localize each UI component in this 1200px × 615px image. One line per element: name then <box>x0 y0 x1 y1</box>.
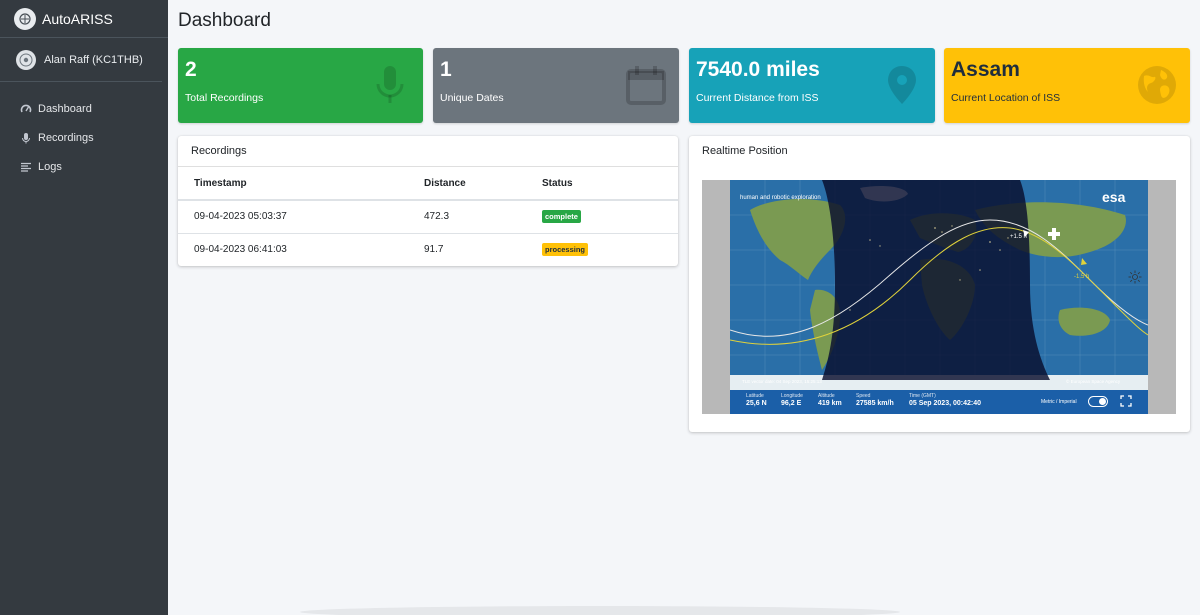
user-name: Alan Raff (KC1THB) <box>44 53 143 66</box>
tle-date-text: TLE vector date: 04 Sep 2023, 15:25:13 <box>742 379 822 384</box>
readout-label: Latitude <box>746 393 764 399</box>
stat-value: 7540.0 miles <box>696 58 820 81</box>
card-title: Realtime Position <box>702 145 788 157</box>
sidebar-item-dashboard[interactable]: Dashboard <box>0 94 168 123</box>
satellite-logo-icon <box>14 7 36 30</box>
realtime-position-card: Realtime Position +1.5 h -1.5 h human an… <box>689 136 1190 432</box>
stat-label: Current Location of ISS <box>951 92 1061 104</box>
orbit-label: +1.5 h <box>1010 234 1027 240</box>
table-row[interactable]: 09-04-2023 06:41:03 91.7 processing <box>178 233 678 266</box>
timestamp-cell: 09-04-2023 06:41:03 <box>194 244 287 256</box>
stat-total-recordings: 2 Total Recordings <box>178 48 423 123</box>
recordings-table: Timestamp Distance Status 09-04-2023 05:… <box>178 167 678 266</box>
main-content: Dashboard 2 Total Recordings 1 Unique Da… <box>168 0 1200 615</box>
brand-name: AutoARISS <box>42 10 113 27</box>
timestamp-cell: 09-04-2023 05:03:37 <box>178 200 408 234</box>
readout-value: 27585 km/h <box>856 400 894 407</box>
status-badge: processing <box>542 243 589 257</box>
distance-cell: 91.7 <box>424 244 444 256</box>
table-header-row: Timestamp Distance Status <box>178 167 678 201</box>
readout-label: Speed <box>856 393 871 399</box>
stat-value: 1 <box>440 58 452 81</box>
sidebar-item-label: Logs <box>38 160 62 173</box>
stat-label: Unique Dates <box>440 92 504 104</box>
readout-latitude: Latitude 25,6 N <box>746 393 767 407</box>
microphone-icon <box>376 66 404 103</box>
stat-label: Current Distance from ISS <box>696 92 819 104</box>
orbit-label: -1.5 h <box>1074 274 1089 280</box>
status-badge: complete <box>542 210 581 224</box>
sidebar: AutoARISS Alan Raff (KC1THB) Dashboard R… <box>0 0 168 615</box>
units-toggle[interactable] <box>1088 396 1108 407</box>
avatar <box>16 49 36 70</box>
distance-cell: 472.3 <box>408 200 526 234</box>
stat-distance-from-iss: 7540.0 miles Current Distance from ISS <box>689 48 935 123</box>
stat-label: Total Recordings <box>185 92 264 104</box>
units-toggle-label: Metric / Imperial <box>1041 399 1077 405</box>
page-title: Dashboard <box>178 10 271 31</box>
world-map[interactable]: +1.5 h -1.5 h human and robotic explorat… <box>730 180 1148 390</box>
readout-value: 05 Sep 2023, 00:42:40 <box>909 400 981 407</box>
stat-value: Assam <box>951 58 1020 81</box>
world-map-graphic: +1.5 h -1.5 h human and robotic explorat… <box>730 180 1148 390</box>
stat-unique-dates: 1 Unique Dates <box>433 48 679 123</box>
sidebar-item-label: Dashboard <box>38 102 92 115</box>
stat-value: 2 <box>185 58 197 81</box>
readout-altitude: Altitude 419 km <box>818 393 842 407</box>
readout-value: 25,6 N <box>746 400 767 407</box>
readout-time: Time (GMT) 05 Sep 2023, 00:42:40 <box>909 393 981 407</box>
map-header-text: human and robotic exploration <box>740 195 821 201</box>
brand-link[interactable]: AutoARISS <box>0 0 168 38</box>
fullscreen-icon[interactable] <box>1120 395 1132 407</box>
status-cell: processing <box>526 233 678 266</box>
sidebar-item-logs[interactable]: Logs <box>0 152 168 181</box>
page-footer-shadow <box>300 606 900 615</box>
sun-icon <box>1128 270 1142 284</box>
column-header[interactable]: Timestamp <box>178 167 408 201</box>
sidebar-nav: Dashboard Recordings Logs <box>0 82 168 181</box>
sidebar-item-label: Recordings <box>38 131 94 144</box>
readout-label: Altitude <box>818 393 835 399</box>
globe-icon <box>1138 66 1176 104</box>
calendar-icon <box>626 66 666 105</box>
column-header[interactable]: Status <box>526 167 678 201</box>
iss-readout-bar: Latitude 25,6 N Longitude 96,2 E Altitud… <box>730 390 1148 414</box>
microphone-icon <box>20 132 32 144</box>
readout-label: Longitude <box>781 393 803 399</box>
sidebar-item-recordings[interactable]: Recordings <box>0 123 168 152</box>
table-row[interactable]: 09-04-2023 05:03:37 472.3 complete <box>178 200 678 234</box>
list-icon <box>20 161 32 173</box>
user-panel[interactable]: Alan Raff (KC1THB) <box>0 38 162 82</box>
readout-longitude: Longitude 96,2 E <box>781 393 803 407</box>
recordings-card: Recordings Timestamp Distance Status 09-… <box>178 136 678 266</box>
readout-value: 419 km <box>818 400 842 407</box>
readout-value: 96,2 E <box>781 400 802 407</box>
map-marker-icon <box>888 66 916 104</box>
readout-label: Time (GMT) <box>909 393 936 399</box>
status-cell: complete <box>526 200 678 234</box>
copyright-text: © European Space Agency <box>1066 378 1121 384</box>
column-header[interactable]: Distance <box>408 167 526 201</box>
esa-logo: esa <box>1102 189 1126 205</box>
tachometer-icon <box>20 103 32 115</box>
card-title: Recordings <box>178 136 678 167</box>
readout-speed: Speed 27585 km/h <box>856 393 894 407</box>
iss-tracker-frame[interactable]: +1.5 h -1.5 h human and robotic explorat… <box>702 180 1176 414</box>
stat-iss-location: Assam Current Location of ISS <box>944 48 1190 123</box>
